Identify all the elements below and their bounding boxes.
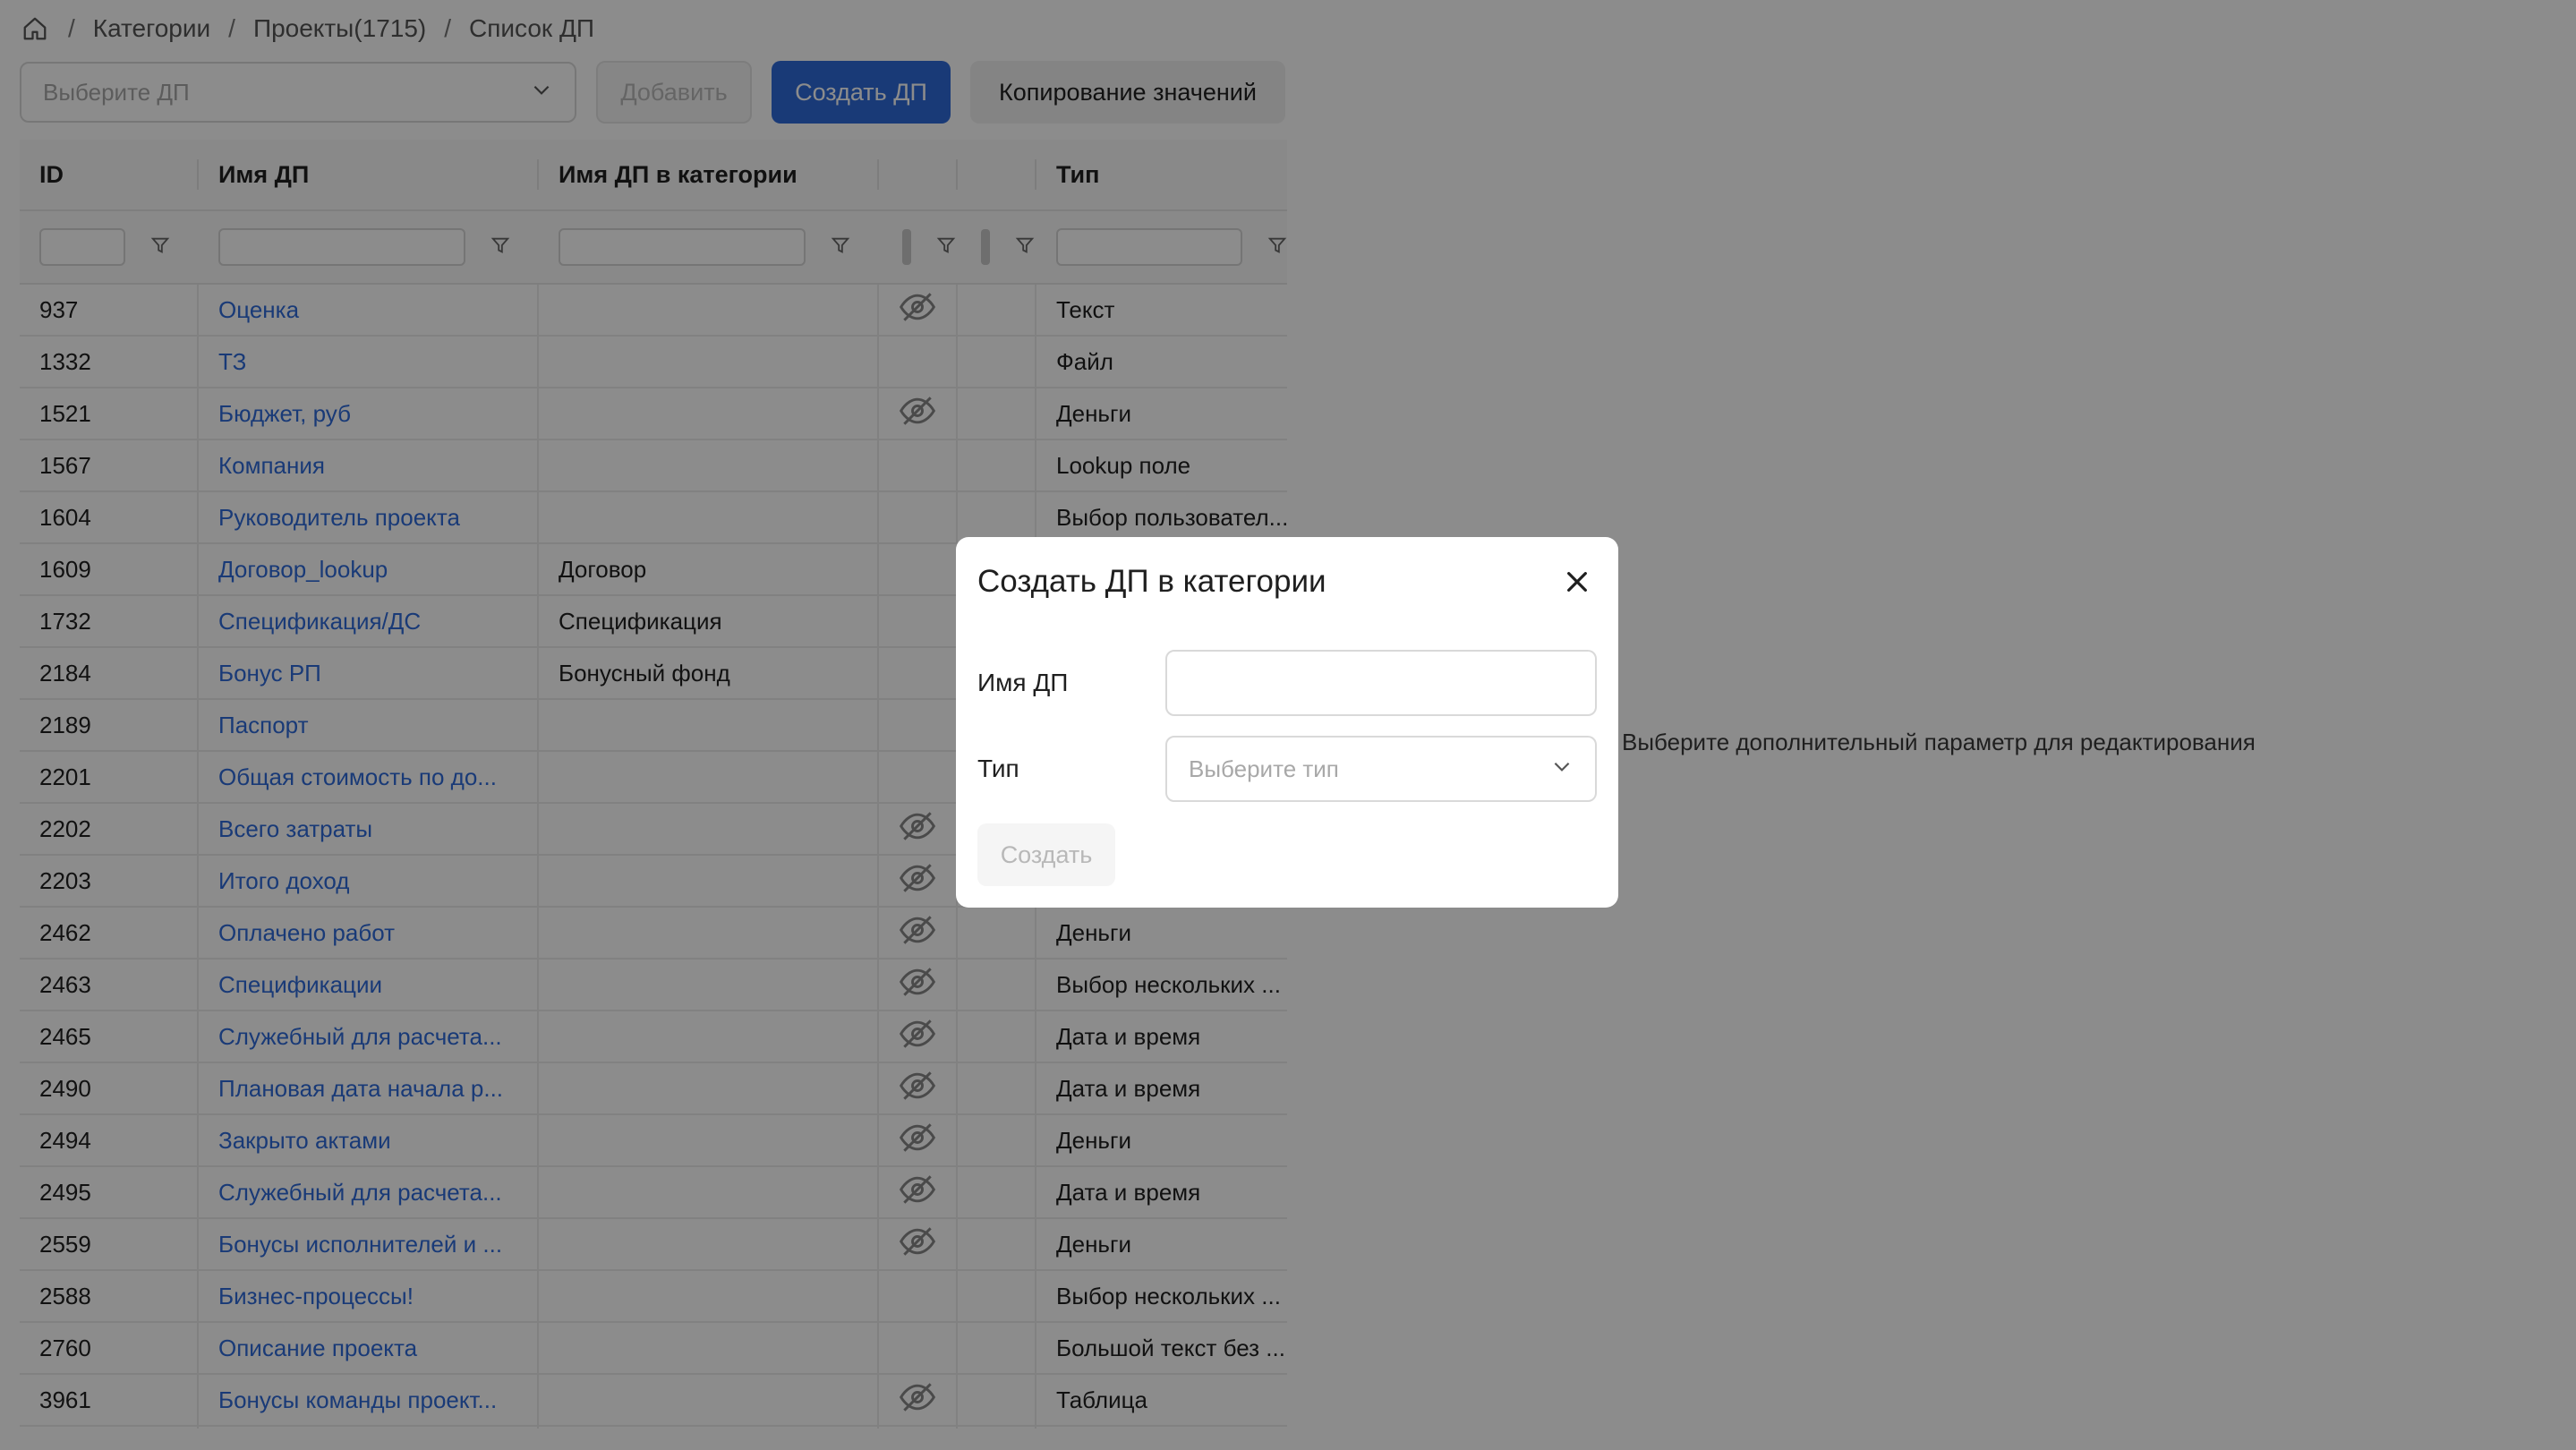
type-field-row: Тип Выберите тип xyxy=(977,736,1597,802)
name-field-label: Имя ДП xyxy=(977,669,1069,696)
close-icon[interactable] xyxy=(1561,566,1593,598)
create-dp-modal: Создать ДП в категории Имя ДП Тип Выбери… xyxy=(956,537,1618,908)
modal-title: Создать ДП в категории xyxy=(977,564,1326,599)
name-field-input[interactable] xyxy=(1165,650,1597,716)
chevron-down-icon xyxy=(1550,755,1574,784)
type-select[interactable]: Выберите тип xyxy=(1165,736,1597,802)
select-parameter-hint: Выберите дополнительный параметр для ред… xyxy=(1622,729,2256,755)
type-field-label: Тип xyxy=(977,755,1019,782)
name-field-row: Имя ДП xyxy=(977,650,1597,716)
type-select-placeholder: Выберите тип xyxy=(1189,755,1339,782)
create-submit-button[interactable]: Создать xyxy=(977,823,1115,886)
